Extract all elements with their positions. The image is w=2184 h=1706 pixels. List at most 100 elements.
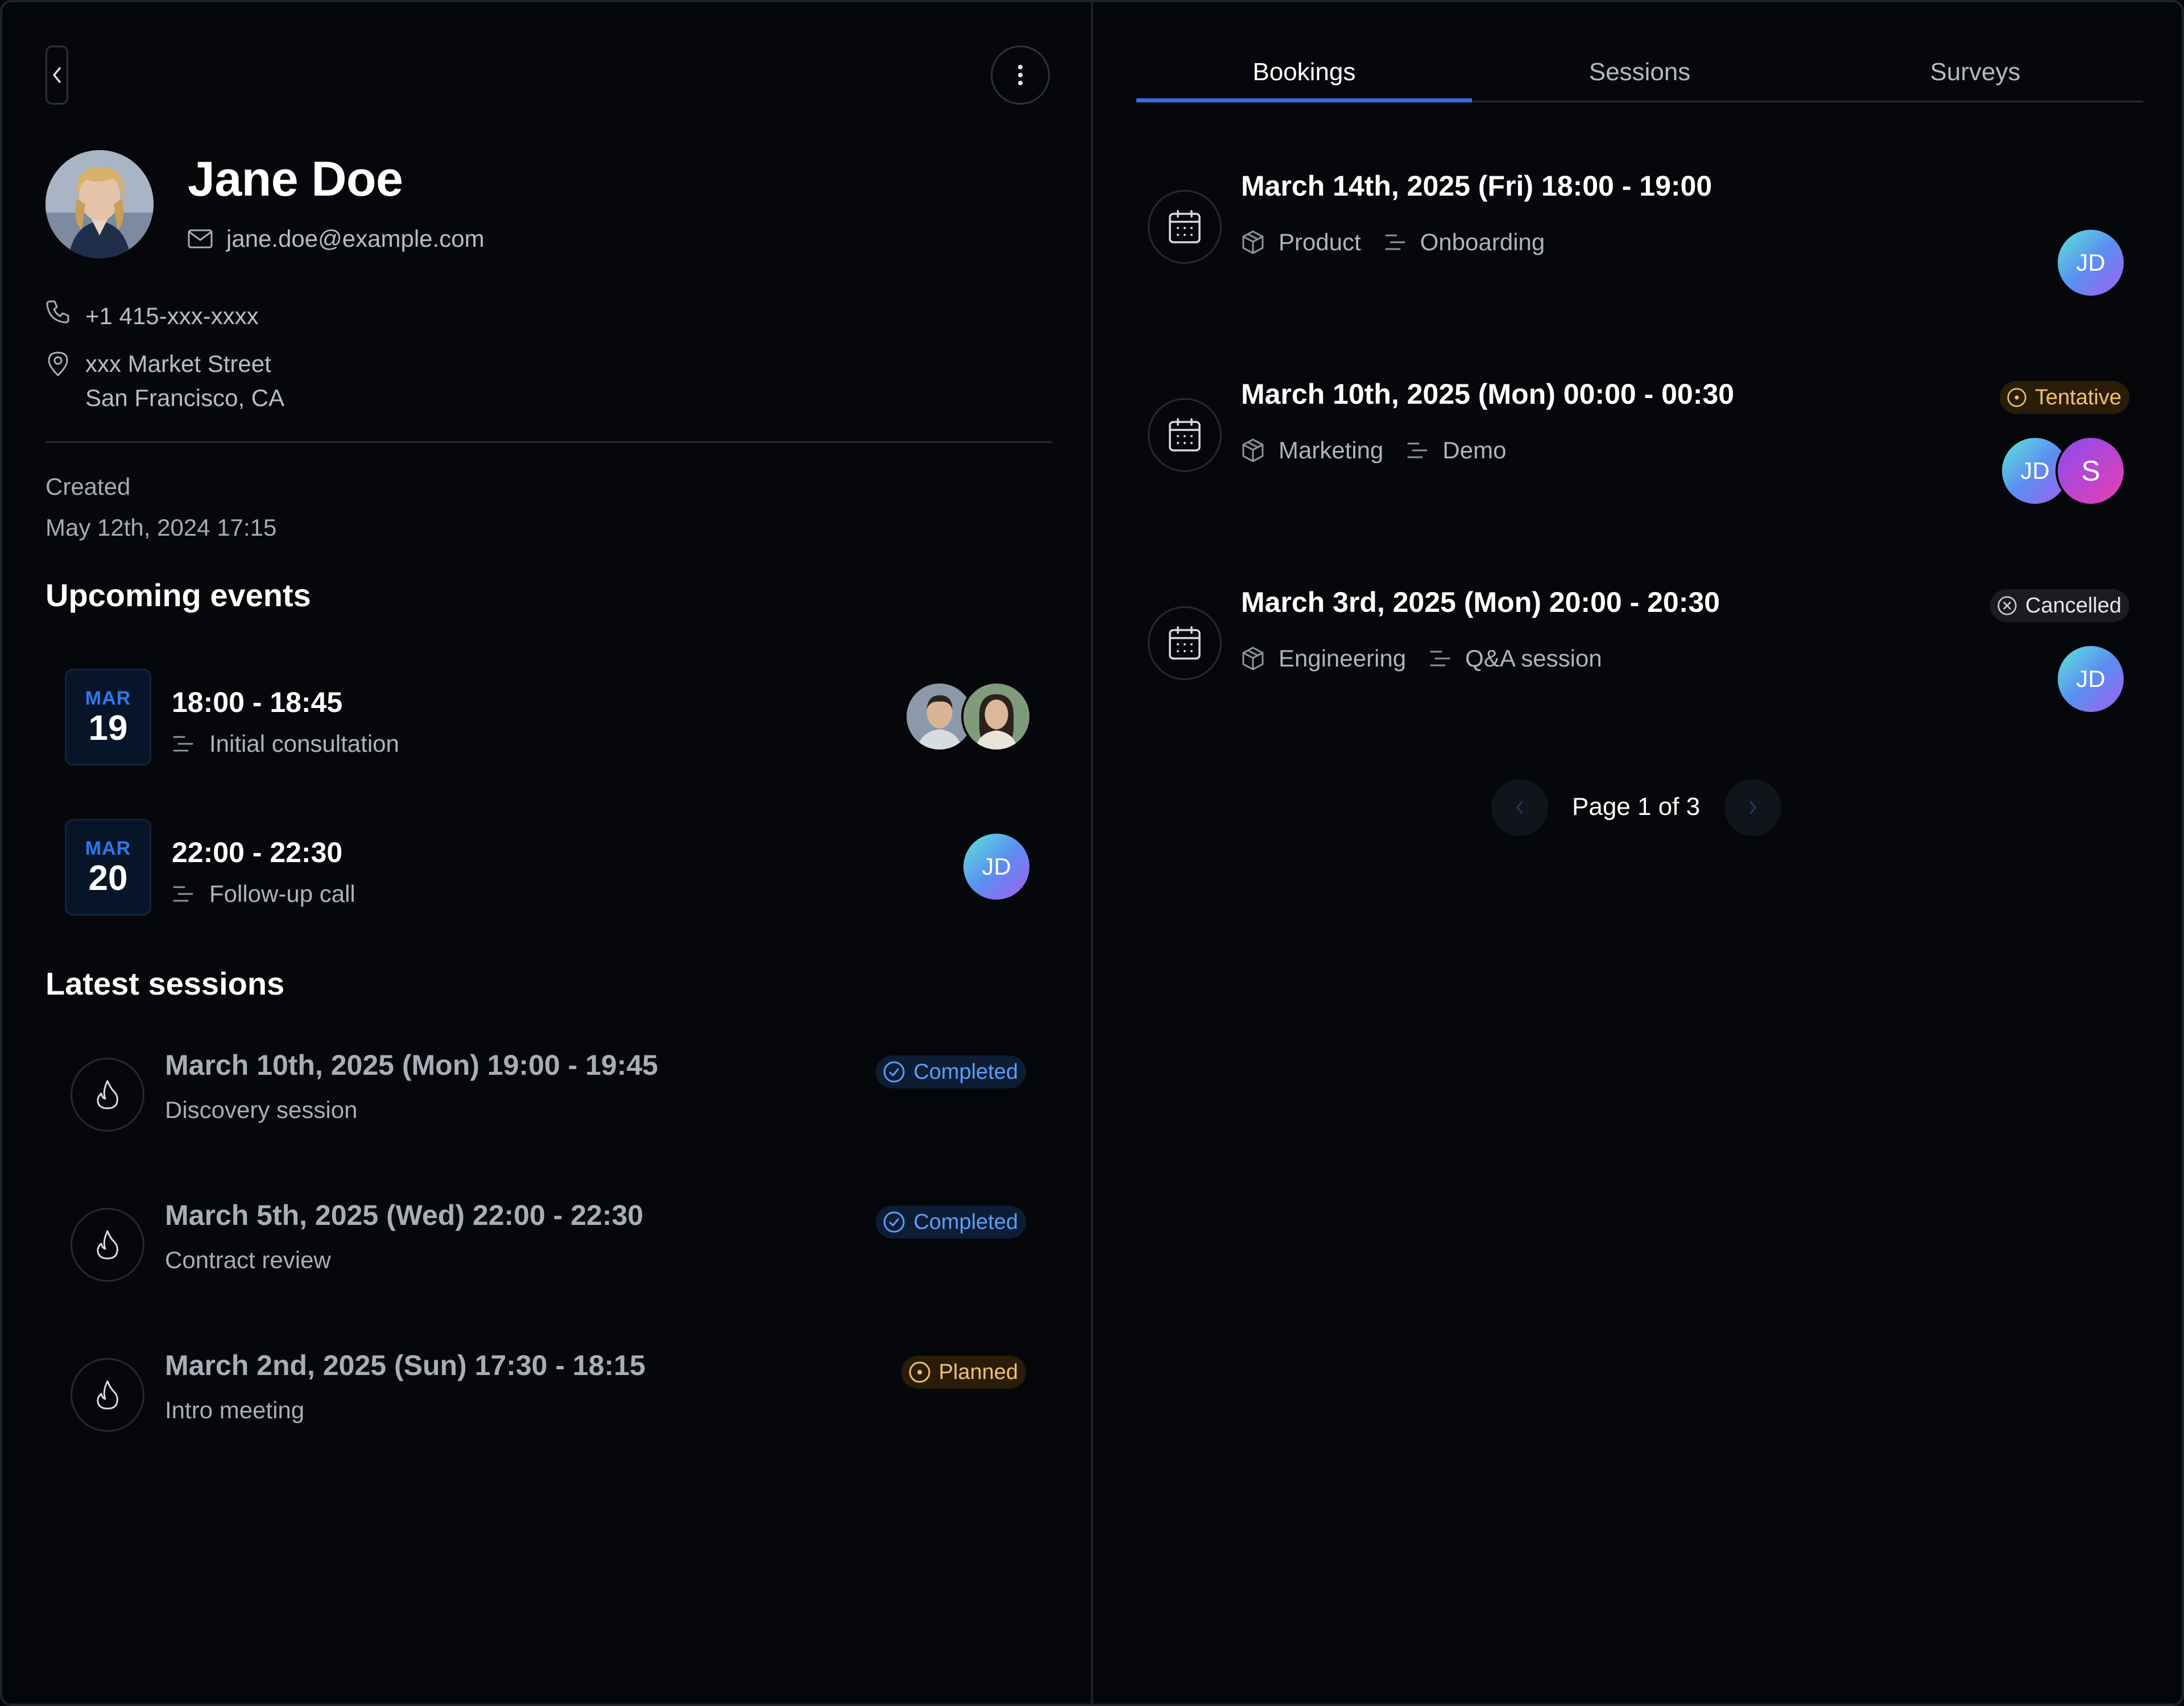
calendar-icon: [1169, 210, 1201, 243]
session-title: March 10th, 2025 (Mon) 19:00 - 19:45: [165, 1049, 658, 1081]
mail-icon: [188, 229, 213, 249]
flame-icon: [97, 1380, 118, 1410]
status-badge-tentative: Tentative: [1999, 381, 2129, 414]
booking-meta: Engineering Q&A session: [1241, 645, 1625, 672]
event-label-row: Follow-up call: [172, 880, 355, 908]
event-date-badge: MAR 20: [65, 819, 151, 916]
booking-item[interactable]: March 3rd, 2025 (Mon) 20:00 - 20:30 Canc…: [1148, 578, 2137, 714]
booking-icon-circle: [1148, 190, 1222, 264]
divider: [46, 441, 1052, 443]
upcoming-events-title: Upcoming events: [46, 577, 311, 613]
booking-item[interactable]: March 14th, 2025 (Fri) 18:00 - 19:00 Pro…: [1148, 162, 2137, 298]
upcoming-event[interactable]: MAR 20 22:00 - 22:30 Follow-up call JD: [65, 819, 1032, 916]
booking-avatar: JD: [2055, 644, 2126, 714]
text-align-icon: [173, 886, 193, 902]
more-vertical-icon: [1018, 65, 1023, 85]
chevron-right-icon: [1749, 801, 1756, 814]
tab-sessions[interactable]: Sessions: [1472, 48, 1807, 101]
text-align-icon: [173, 736, 193, 752]
chevron-left-icon: [1516, 801, 1523, 814]
box-icon: [1242, 647, 1264, 670]
event-day: 20: [88, 858, 128, 898]
activity-panel: Bookings Sessions Surveys March 14th, 20…: [1093, 2, 2182, 1704]
flame-icon: [97, 1230, 118, 1260]
booking-icon-circle: [1148, 398, 1222, 472]
status-badge-completed: Completed: [876, 1206, 1026, 1239]
page-indicator: Page 1 of 3: [1572, 793, 1701, 821]
booking-meta: Marketing Demo: [1241, 437, 1529, 464]
session-title: March 2nd, 2025 (Sun) 17:30 - 18:15: [165, 1349, 646, 1381]
status-badge-planned: Planned: [901, 1356, 1026, 1389]
session-item[interactable]: March 10th, 2025 (Mon) 19:00 - 19:45 Dis…: [71, 1043, 1026, 1132]
session-icon-circle: [71, 1358, 144, 1432]
profile-panel: Jane Doe jane.doe@example.com +1 415-xxx…: [2, 2, 1093, 1704]
session-item[interactable]: March 5th, 2025 (Wed) 22:00 - 22:30 Cont…: [71, 1193, 1026, 1282]
status-badge-completed: Completed: [876, 1055, 1026, 1088]
session-icon-circle: [71, 1058, 144, 1132]
created-label: Created: [46, 473, 131, 500]
check-circle-icon: [883, 1061, 905, 1083]
event-day: 19: [88, 708, 128, 748]
session-description: Intro meeting: [165, 1397, 305, 1423]
event-month: MAR: [85, 837, 131, 859]
event-label-row: Initial consultation: [172, 730, 399, 757]
calendar-icon: [1169, 626, 1201, 660]
next-page-button[interactable]: [1724, 779, 1781, 836]
calendar-icon: [1169, 418, 1201, 452]
address-block: xxx Market Street San Francisco, CA: [85, 347, 284, 415]
x-circle-icon: [1997, 596, 2017, 615]
box-icon: [1242, 230, 1264, 254]
more-options-button[interactable]: [991, 45, 1050, 105]
text-align-icon: [1407, 442, 1428, 458]
session-title: March 5th, 2025 (Wed) 22:00 - 22:30: [165, 1199, 644, 1231]
flame-icon: [97, 1080, 118, 1109]
booking-team: Product: [1279, 229, 1361, 255]
text-align-icon: [1430, 651, 1450, 666]
status-label: Planned: [938, 1360, 1018, 1384]
dot-circle-icon: [2007, 388, 2026, 407]
event-time: 18:00 - 18:45: [172, 686, 343, 718]
phone-icon: [46, 300, 69, 324]
latest-sessions-title: Latest sessions: [46, 966, 285, 1001]
session-description: Discovery session: [165, 1096, 358, 1123]
session-item[interactable]: March 2nd, 2025 (Sun) 17:30 - 18:15 Intr…: [71, 1343, 1026, 1432]
tab-bookings[interactable]: Bookings: [1136, 48, 1472, 102]
tab-bar: Bookings Sessions Surveys: [1136, 48, 2143, 102]
event-date-badge: MAR 19: [65, 669, 151, 765]
booking-avatar: JD: [2055, 227, 2126, 298]
profile-email[interactable]: jane.doe@example.com: [226, 225, 485, 252]
booking-icon-circle: [1148, 606, 1222, 680]
booking-type: Q&A session: [1465, 645, 1602, 672]
booking-title: March 10th, 2025 (Mon) 00:00 - 00:30: [1241, 378, 1734, 410]
event-label: Initial consultation: [209, 730, 399, 757]
upcoming-event[interactable]: MAR 19 18:00 - 18:45 Initial consultatio…: [65, 669, 1032, 765]
booking-meta: Product Onboarding: [1241, 229, 1567, 256]
dot-circle-icon: [909, 1361, 930, 1383]
location-pin-icon: [48, 351, 68, 377]
profile-phone[interactable]: +1 415-xxx-xxxx: [85, 299, 259, 333]
phone-row: +1 415-xxx-xxxx: [46, 299, 259, 333]
attendee-avatar-woman: [961, 681, 1032, 752]
pagination: Page 1 of 3: [1491, 779, 1793, 836]
created-value: May 12th, 2024 17:15: [46, 514, 277, 541]
booking-avatar: S: [2055, 436, 2126, 506]
tab-surveys[interactable]: Surveys: [1807, 48, 2143, 101]
booking-team: Engineering: [1279, 645, 1407, 672]
booking-team: Marketing: [1279, 437, 1384, 463]
session-description: Contract review: [165, 1247, 331, 1273]
profile-name: Jane Doe: [188, 152, 403, 206]
prev-page-button[interactable]: [1491, 779, 1548, 836]
booking-type: Demo: [1442, 437, 1507, 463]
booking-title: March 3rd, 2025 (Mon) 20:00 - 20:30: [1241, 586, 1720, 618]
back-button[interactable]: [46, 45, 68, 105]
address-line-2: San Francisco, CA: [85, 384, 285, 411]
status-label: Tentative: [2034, 385, 2121, 409]
booking-type: Onboarding: [1420, 229, 1545, 255]
event-label: Follow-up call: [209, 880, 355, 907]
email-row: jane.doe@example.com: [188, 225, 485, 252]
booking-item[interactable]: March 10th, 2025 (Mon) 00:00 - 00:30 Ten…: [1148, 370, 2137, 506]
check-circle-icon: [883, 1211, 905, 1233]
status-badge-cancelled: Cancelled: [1990, 589, 2129, 622]
event-time: 22:00 - 22:30: [172, 837, 343, 868]
address-line-1: xxx Market Street: [85, 350, 271, 377]
